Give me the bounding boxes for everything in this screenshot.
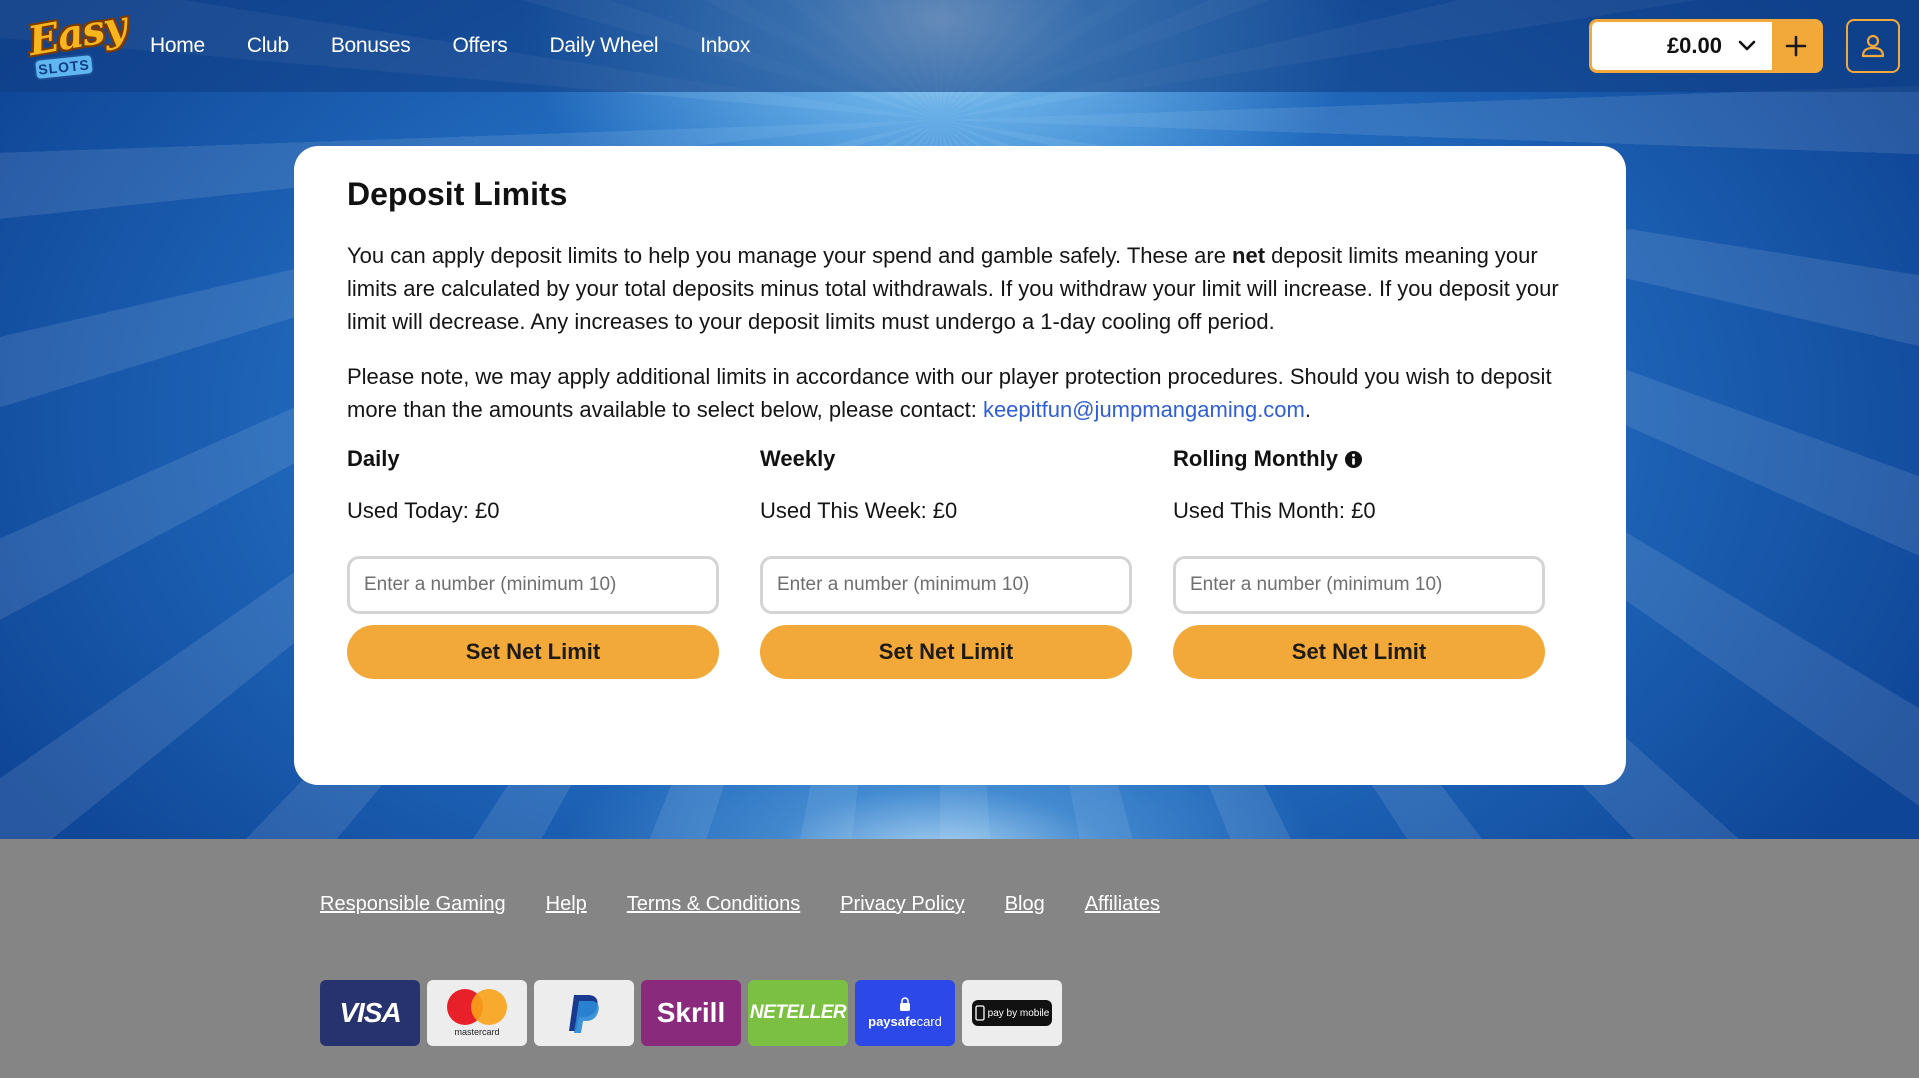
intro-text-1: You can apply deposit limits to help you… (347, 243, 1233, 268)
nav-daily-wheel[interactable]: Daily Wheel (549, 34, 658, 58)
weekly-limit-column: Weekly Used This Week: £0 Set Net Limit (760, 446, 1132, 679)
visa-text: VISA (339, 997, 401, 1028)
easy-slots-logo[interactable]: Easy SLOTS (20, 2, 130, 82)
skrill-logo: Skrill (641, 980, 741, 1046)
balance-widget[interactable]: £0.00 (1589, 19, 1823, 73)
weekly-set-limit-button[interactable]: Set Net Limit (760, 625, 1132, 679)
footer-link-help[interactable]: Help (546, 893, 587, 916)
weekly-used: Used This Week: £0 (760, 498, 958, 523)
paysafecard-text: paysafecard (868, 1014, 942, 1029)
footer-link-affiliates[interactable]: Affiliates (1085, 893, 1160, 916)
paypal-icon (569, 995, 599, 1033)
mobile-phone-icon (974, 1005, 985, 1021)
pay-by-mobile-badge: pay by mobile (972, 1000, 1052, 1026)
footer-link-blog[interactable]: Blog (1005, 893, 1045, 916)
info-icon[interactable] (1344, 450, 1363, 469)
page-title: Deposit Limits (347, 176, 568, 212)
monthly-limit-title: Rolling Monthly (1173, 446, 1545, 472)
skrill-text: Skrill (656, 997, 726, 1028)
daily-used: Used Today: £0 (347, 498, 500, 523)
monthly-used: Used This Month: £0 (1173, 498, 1376, 523)
footer-link-responsible-gaming[interactable]: Responsible Gaming (320, 893, 506, 916)
nav-club[interactable]: Club (247, 34, 289, 58)
footer-link-privacy[interactable]: Privacy Policy (840, 893, 964, 916)
contact-text-2: . (1304, 397, 1311, 422)
limits-row: Daily Used Today: £0 Set Net Limit Weekl… (347, 446, 1573, 679)
main-nav: Home Club Bonuses Offers Daily Wheel Inb… (150, 0, 792, 92)
intro-paragraph: You can apply deposit limits to help you… (347, 239, 1573, 338)
site-footer: Responsible Gaming Help Terms & Conditio… (0, 839, 1919, 1078)
footer-link-terms[interactable]: Terms & Conditions (627, 893, 800, 916)
deposit-plus-button[interactable] (1772, 22, 1820, 70)
pay-by-mobile-text: pay by mobile (987, 1007, 1050, 1019)
top-navbar: Easy SLOTS Home Club Bonuses Offers Dail… (0, 0, 1919, 92)
monthly-set-limit-button[interactable]: Set Net Limit (1173, 625, 1545, 679)
neteller-text: NETELLER (749, 1002, 847, 1023)
logo-slots-text: SLOTS (33, 52, 95, 82)
mastercard-logo: mastercard (427, 980, 527, 1046)
nav-bonuses[interactable]: Bonuses (331, 34, 411, 58)
pay-by-mobile-logo: pay by mobile (962, 980, 1062, 1046)
weekly-limit-input[interactable] (760, 556, 1132, 614)
paypal-logo (534, 980, 634, 1046)
daily-limit-label: Daily (347, 446, 400, 471)
daily-limit-input[interactable] (347, 556, 719, 614)
contact-paragraph: Please note, we may apply additional lim… (347, 360, 1573, 426)
neteller-logo: NETELLER (748, 980, 848, 1046)
balance-amount: £0.00 (1666, 33, 1722, 58)
lock-icon (900, 997, 910, 1011)
paysafecard-logo: paysafecard (855, 980, 955, 1046)
deposit-limits-card: Deposit Limits You can apply deposit lim… (294, 146, 1626, 785)
nav-inbox[interactable]: Inbox (700, 34, 750, 58)
mastercard-text: mastercard (454, 1027, 500, 1037)
mastercard-circles-icon (447, 989, 507, 1025)
daily-limit-column: Daily Used Today: £0 Set Net Limit (347, 446, 719, 679)
monthly-limit-column: Rolling Monthly Used This Month: £0 Set … (1173, 446, 1545, 679)
monthly-limit-input[interactable] (1173, 556, 1545, 614)
chevron-down-icon[interactable] (1736, 35, 1758, 57)
visa-logo: VISA (320, 980, 420, 1046)
account-button[interactable] (1846, 19, 1900, 73)
user-icon (1861, 34, 1885, 58)
footer-links: Responsible Gaming Help Terms & Conditio… (320, 893, 1200, 916)
nav-offers[interactable]: Offers (452, 34, 507, 58)
contact-text-1: Please note, we may apply additional lim… (347, 364, 1552, 422)
contact-email-link[interactable]: keepitfun@jumpmangaming.com (983, 397, 1305, 422)
nav-home[interactable]: Home (150, 34, 205, 58)
plus-icon (1785, 35, 1807, 57)
daily-limit-title: Daily (347, 446, 719, 472)
monthly-limit-label: Rolling Monthly (1173, 446, 1338, 471)
weekly-limit-title: Weekly (760, 446, 1132, 472)
daily-set-limit-button[interactable]: Set Net Limit (347, 625, 719, 679)
intro-net-word: net (1232, 243, 1266, 268)
payment-methods: VISA mastercard Skrill NETELLER paysafec… (320, 980, 1062, 1046)
weekly-limit-label: Weekly (760, 446, 836, 471)
